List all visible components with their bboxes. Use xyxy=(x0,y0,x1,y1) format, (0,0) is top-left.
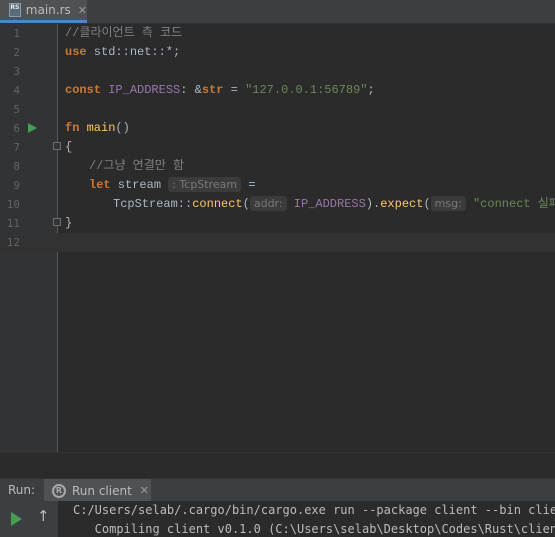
close-brace: } xyxy=(65,216,73,230)
const-name: IP_ADDRESS xyxy=(108,83,181,97)
paren: ( xyxy=(423,197,431,211)
rust-icon: R xyxy=(52,483,66,498)
run-tool-window-header: Run: R Run client ✕ xyxy=(0,478,555,502)
assign: = xyxy=(241,178,256,192)
line-number: 4 xyxy=(13,84,20,97)
line-number: 9 xyxy=(13,179,20,192)
line-number: 5 xyxy=(13,103,20,116)
open-brace: { xyxy=(65,140,73,154)
line-number: 2 xyxy=(13,46,20,59)
keyword-const: const xyxy=(65,83,102,97)
keyword-fn: fn xyxy=(65,121,80,135)
tab-run-client[interactable]: R Run client ✕ xyxy=(44,479,151,502)
method-expect: expect xyxy=(380,197,424,211)
tab-main-rs[interactable]: RS main.rs ✕ xyxy=(0,0,87,23)
assign: = xyxy=(223,83,246,97)
run-gutter-icon[interactable] xyxy=(28,123,37,133)
code-line-11: 11 } xyxy=(0,214,555,233)
console-line-1: C:/Users/selab/.cargo/bin/cargo.exe run … xyxy=(73,503,555,517)
type-hint: : TcpStream xyxy=(168,177,242,192)
string-literal: "127.0.0.1:56789" xyxy=(245,83,368,97)
use-path: std::net::*; xyxy=(86,45,181,59)
code-line-7: 7 { xyxy=(0,138,555,157)
rust-file-icon: RS xyxy=(9,3,21,17)
run-toolbar: ↑ xyxy=(0,501,58,537)
param-hint-msg: msg: xyxy=(430,196,466,211)
line-number: 10 xyxy=(6,198,20,211)
run-console: ↑ C:/Users/selab/.cargo/bin/cargo.exe ru… xyxy=(0,501,555,537)
semicolon: ; xyxy=(367,83,375,97)
line-number: 6 xyxy=(13,122,20,135)
variable-name: stream xyxy=(110,178,169,192)
function-name: main xyxy=(86,121,116,135)
tab-label: main.rs xyxy=(25,3,71,17)
close-icon[interactable]: ✕ xyxy=(78,4,87,17)
code-line-3: 3 xyxy=(0,62,555,81)
param-hint-addr: addr: xyxy=(249,196,287,211)
code-line-6: 6 fn main() xyxy=(0,119,555,138)
method-connect: connect xyxy=(192,197,243,211)
line-number: 1 xyxy=(13,27,20,40)
comment: //그냥 연결만 함 xyxy=(89,159,185,173)
parens: () xyxy=(115,121,130,135)
code-line-9: 9 let stream : TcpStream = xyxy=(0,176,555,195)
fold-icon[interactable] xyxy=(53,142,61,150)
editor-bottom-area xyxy=(0,452,555,479)
line-number: 11 xyxy=(6,217,20,230)
code-editor[interactable]: 1 //클라이언트 측 코드 2 use std::net::*; 3 4 co… xyxy=(0,24,555,452)
type-sep: : & xyxy=(180,83,202,97)
comment: //클라이언트 측 코드 xyxy=(65,26,183,40)
paren: ( xyxy=(242,197,250,211)
type-str: str xyxy=(201,83,224,97)
line-number: 12 xyxy=(6,236,20,249)
paren-dot: ). xyxy=(365,197,381,211)
code-line-4: 4 const IP_ADDRESS: &str = "127.0.0.1:56… xyxy=(0,81,555,100)
up-arrow-icon[interactable]: ↑ xyxy=(37,507,50,525)
code-line-10: 10 TcpStream::connect(addr: IP_ADDRESS).… xyxy=(0,195,555,214)
string-literal: "connect 실패" xyxy=(472,197,555,211)
code-line-2: 2 use std::net::*; xyxy=(0,43,555,62)
keyword-let: let xyxy=(89,178,111,192)
editor-tab-bar: RS main.rs ✕ xyxy=(0,0,555,24)
code-line-1: 1 //클라이언트 측 코드 xyxy=(0,24,555,43)
code-line-5: 5 xyxy=(0,100,555,119)
keyword-use: use xyxy=(65,45,87,59)
run-label: Run: xyxy=(8,483,36,497)
close-icon[interactable]: ✕ xyxy=(140,484,149,497)
fold-icon[interactable] xyxy=(53,218,61,226)
console-line-2: Compiling client v0.1.0 (C:\Users\selab\… xyxy=(73,522,555,536)
code-line-8: 8 //그냥 연결만 함 xyxy=(0,157,555,176)
rerun-icon[interactable] xyxy=(11,512,22,526)
const-ref: IP_ADDRESS xyxy=(293,197,366,211)
line-number: 3 xyxy=(13,65,20,78)
run-tab-label: Run client xyxy=(72,483,132,498)
code-line-12: 12 xyxy=(0,233,555,252)
type-path: TcpStream:: xyxy=(113,197,193,211)
line-number: 7 xyxy=(13,141,20,154)
line-number: 8 xyxy=(13,160,20,173)
